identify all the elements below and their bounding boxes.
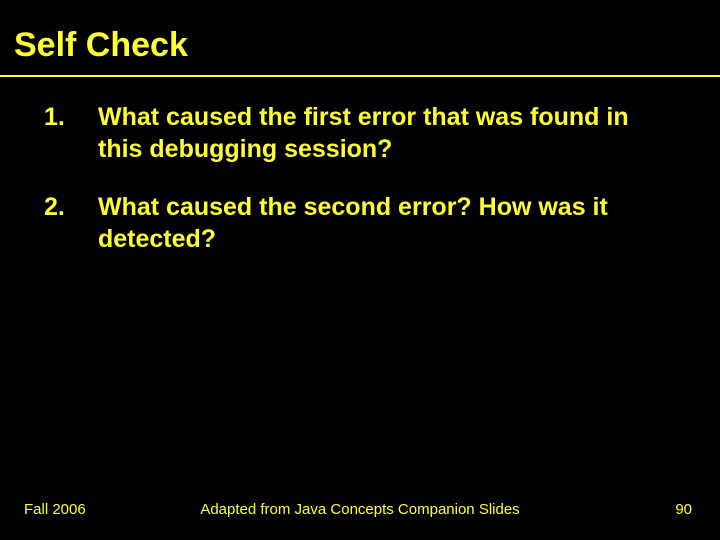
footer-center: Adapted from Java Concepts Companion Sli… <box>200 501 519 518</box>
content-area: 1. What caused the first error that was … <box>0 77 720 255</box>
list-number: 2. <box>44 191 98 255</box>
footer-right: 90 <box>675 501 692 518</box>
list-text: What caused the first error that was fou… <box>98 101 676 165</box>
list-number: 1. <box>44 101 98 165</box>
footer: Fall 2006 Adapted from Java Concepts Com… <box>0 501 720 518</box>
list-item: 1. What caused the first error that was … <box>44 101 676 165</box>
slide-title: Self Check <box>0 26 720 71</box>
footer-left: Fall 2006 <box>24 501 86 518</box>
slide: Self Check 1. What caused the first erro… <box>0 0 720 540</box>
list-item: 2. What caused the second error? How was… <box>44 191 676 255</box>
list-text: What caused the second error? How was it… <box>98 191 676 255</box>
